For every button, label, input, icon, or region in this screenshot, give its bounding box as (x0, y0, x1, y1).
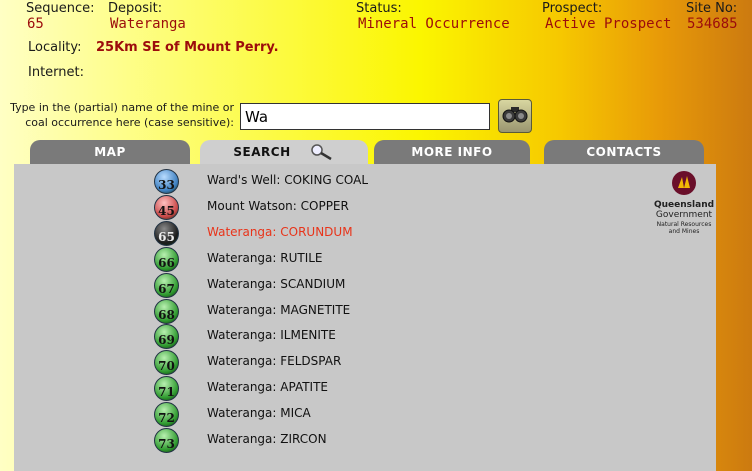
list-item[interactable]: 69 Wateranga: ILMENITE (14, 323, 614, 350)
sequence-number: 68 (158, 307, 175, 322)
deposit-value: Wateranga (110, 16, 186, 32)
sequence-number: 71 (158, 385, 175, 400)
prospect-value: Active Prospect (545, 16, 672, 32)
sequence-number: 69 (158, 333, 175, 348)
status-label: Status: (356, 1, 402, 16)
sequence-number: 65 (158, 229, 175, 244)
binoculars-icon (502, 104, 528, 128)
list-item[interactable]: 33 Ward's Well: COKING COAL (14, 168, 614, 194)
status-value: Mineral Occurrence (358, 16, 510, 32)
result-label: Wateranga: ILMENITE (207, 328, 336, 343)
result-label: Wateranga: CORUNDUM (207, 224, 353, 239)
sequence-ball-icon: 68 (154, 298, 179, 324)
sequence-number: 33 (158, 178, 175, 192)
sequence-ball-icon: 33 (154, 169, 179, 194)
tab-more-info-label: MORE INFO (411, 145, 493, 159)
tab-contacts[interactable]: CONTACTS (544, 140, 704, 164)
tab-search-label: SEARCH (233, 145, 291, 159)
list-item[interactable]: 72 Wateranga: MICA (14, 401, 614, 428)
result-label: Wateranga: SCANDIUM (207, 276, 346, 291)
sequence-number: 70 (158, 359, 175, 374)
logo-line1: Queensland (654, 200, 715, 210)
sequence-number: 45 (158, 203, 175, 218)
result-label: Ward's Well: COKING COAL (207, 173, 369, 187)
tab-search[interactable]: SEARCH (200, 140, 368, 164)
logo-line4: and Mines (668, 228, 700, 235)
result-label: Wateranga: MAGNETITE (207, 302, 351, 317)
list-item[interactable]: 65 Wateranga: CORUNDUM (14, 220, 614, 246)
result-label: Wateranga: APATITE (207, 380, 328, 395)
logo-line2: Government (655, 210, 713, 220)
sequence-ball-icon: 71 (154, 376, 179, 402)
result-label: Wateranga: RUTILE (207, 250, 323, 265)
sequence-ball-icon: 66 (154, 246, 179, 272)
locality-value: 25Km SE of Mount Perry. (96, 40, 279, 55)
sequence-ball-icon: 45 (154, 194, 179, 220)
sequence-ball-icon: 72 (154, 402, 179, 428)
list-item[interactable]: 68 Wateranga: MAGNETITE (14, 298, 614, 324)
search-prompt-line1: Type in the (partial) name of the mine o… (10, 101, 234, 114)
internet-label: Internet: (28, 65, 84, 80)
list-item[interactable]: 70 Wateranga: FELDSPAR (14, 349, 614, 376)
sequence-number: 72 (158, 411, 175, 426)
crest-icon (672, 171, 696, 195)
locality-label: Locality: (28, 40, 82, 55)
sequence-ball-icon: 69 (154, 324, 179, 350)
site-label: Site No: (686, 1, 738, 16)
list-item[interactable]: 67 Wateranga: SCANDIUM (14, 272, 614, 298)
sequence-value: 65 (27, 16, 44, 32)
tab-more-info[interactable]: MORE INFO (374, 140, 530, 164)
tab-contacts-label: CONTACTS (586, 145, 662, 159)
tab-map[interactable]: MAP (30, 140, 190, 164)
result-label: Wateranga: FELDSPAR (207, 354, 342, 369)
deposit-label: Deposit: (108, 1, 163, 16)
search-prompt: Type in the (partial) name of the mine o… (10, 100, 234, 130)
list-item[interactable]: 66 Wateranga: RUTILE (14, 246, 614, 272)
sequence-label: Sequence: (26, 1, 95, 16)
sequence-number: 66 (158, 255, 175, 270)
sequence-ball-icon: 65 (154, 220, 179, 246)
magnifier-icon (309, 143, 335, 161)
sequence-ball-icon: 67 (154, 272, 179, 298)
result-label: Mount Watson: COPPER (207, 198, 349, 213)
prospect-label: Prospect: (542, 1, 603, 16)
queensland-government-logo: Queensland Government Natural Resources … (654, 170, 714, 235)
search-input[interactable] (240, 103, 490, 130)
tab-map-label: MAP (94, 145, 126, 159)
result-label: Wateranga: ZIRCON (207, 432, 327, 446)
list-item[interactable]: 71 Wateranga: APATITE (14, 375, 614, 402)
list-item[interactable]: 45 Mount Watson: COPPER (14, 194, 614, 220)
sequence-number: 67 (158, 281, 175, 296)
list-item[interactable]: 73 Wateranga: ZIRCON (14, 427, 614, 453)
site-value: 534685 (687, 16, 738, 32)
search-button[interactable] (498, 99, 532, 133)
result-label: Wateranga: MICA (207, 406, 311, 421)
search-prompt-line2: coal occurrence here (case sensitive): (25, 116, 234, 129)
sequence-number: 73 (158, 437, 175, 451)
results-panel: Queensland Government Natural Resources … (14, 164, 716, 471)
logo-line3: Natural Resources (656, 221, 712, 228)
sequence-ball-icon: 73 (154, 428, 179, 453)
sequence-ball-icon: 70 (154, 350, 179, 376)
